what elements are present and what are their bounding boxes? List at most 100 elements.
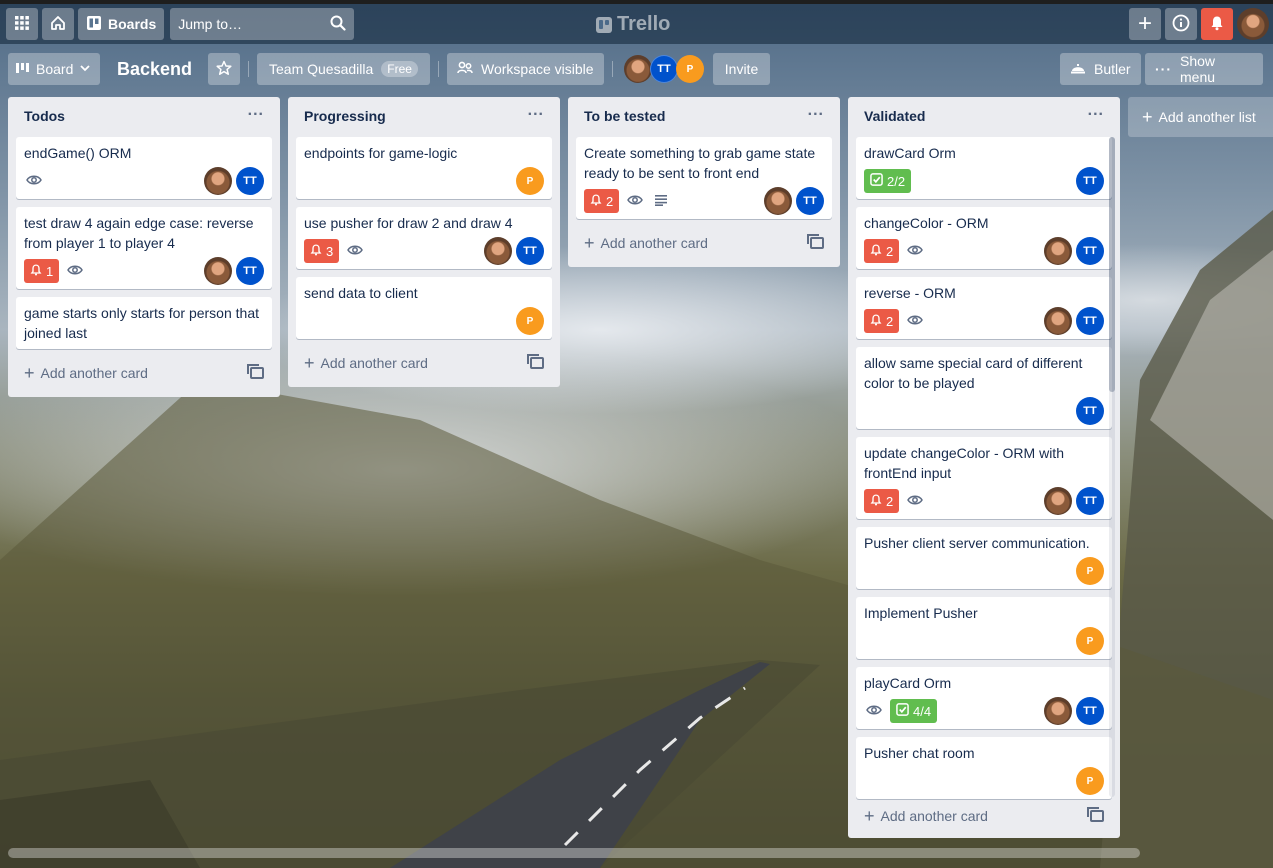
due-badge[interactable]: 2: [864, 239, 900, 263]
member-avatar[interactable]: [204, 257, 232, 285]
due-badge[interactable]: 1: [24, 259, 60, 283]
member-avatar-tt[interactable]: TT: [1076, 307, 1104, 335]
search-input[interactable]: Jump to…: [170, 8, 355, 40]
team-button[interactable]: Team Quesadilla Free: [257, 53, 430, 85]
member-avatar[interactable]: [764, 187, 792, 215]
member-avatar[interactable]: [484, 237, 512, 265]
create-button[interactable]: +: [1129, 8, 1161, 40]
card-title: Pusher client server communication.: [864, 535, 1090, 551]
member-avatar-p[interactable]: P: [1076, 767, 1104, 795]
member-avatar-p[interactable]: P: [1076, 627, 1104, 655]
board-view-switcher[interactable]: Board: [8, 53, 100, 85]
user-avatar[interactable]: [1237, 8, 1269, 40]
due-badge[interactable]: 3: [304, 239, 340, 263]
add-card-button[interactable]: + Add another card: [296, 347, 552, 379]
card[interactable]: allow same special card of different col…: [856, 347, 1112, 429]
member-avatar-tt[interactable]: TT: [1076, 697, 1104, 725]
member-avatar-tt[interactable]: TT: [1076, 397, 1104, 425]
board-horizontal-scrollbar[interactable]: [8, 848, 1140, 858]
list-menu-icon[interactable]: ...: [1088, 103, 1104, 126]
card[interactable]: test draw 4 again edge case: reverse fro…: [16, 207, 272, 289]
member-avatar-tt[interactable]: TT: [1076, 487, 1104, 515]
add-card-button[interactable]: + Add another card: [16, 357, 272, 389]
board-title[interactable]: Backend: [117, 53, 192, 85]
card-badges: 2: [864, 489, 925, 513]
member-avatar-tt[interactable]: TT: [236, 257, 264, 285]
card-title: test draw 4 again edge case: reverse fro…: [24, 215, 254, 251]
card[interactable]: Create something to grab game state read…: [576, 137, 832, 219]
eye-icon: [625, 193, 645, 209]
visibility-button[interactable]: Workspace visible: [447, 53, 604, 85]
template-icon[interactable]: [527, 354, 544, 369]
card[interactable]: drawCard Orm 2/2 TT: [856, 137, 1112, 199]
notifications-button[interactable]: [1201, 8, 1233, 40]
member-avatar-tt[interactable]: TT: [516, 237, 544, 265]
list-scrollbar[interactable]: [1109, 137, 1115, 797]
due-count: 3: [326, 243, 334, 259]
card[interactable]: Pusher chat room P: [856, 737, 1112, 799]
list-menu-icon[interactable]: ...: [248, 103, 264, 126]
apps-button[interactable]: [6, 8, 38, 40]
card-members: P: [1076, 767, 1104, 795]
info-button[interactable]: [1165, 8, 1197, 40]
list-menu-icon[interactable]: ...: [808, 103, 824, 126]
show-menu-button[interactable]: ··· Show menu: [1145, 53, 1263, 85]
add-card-left: + Add another card: [304, 354, 428, 372]
due-badge[interactable]: 2: [864, 489, 900, 513]
member-avatar[interactable]: [204, 167, 232, 195]
due-count: 2: [606, 193, 614, 209]
due-badge[interactable]: 2: [864, 309, 900, 333]
invite-button[interactable]: Invite: [713, 53, 770, 85]
member-avatar-p[interactable]: P: [676, 55, 704, 83]
boards-button[interactable]: Boards: [78, 8, 165, 40]
bell-icon: [30, 263, 42, 279]
home-button[interactable]: [42, 8, 74, 40]
member-avatar-tt[interactable]: TT: [796, 187, 824, 215]
template-icon[interactable]: [807, 234, 824, 249]
list-title[interactable]: To be tested: [584, 108, 665, 126]
add-card-button[interactable]: + Add another card: [856, 800, 1112, 832]
member-avatar-tt[interactable]: TT: [1076, 237, 1104, 265]
card[interactable]: changeColor - ORM 2 TT: [856, 207, 1112, 269]
list-title[interactable]: Progressing: [304, 108, 386, 126]
card-members: P: [1076, 557, 1104, 585]
butler-button[interactable]: Butler: [1060, 53, 1141, 85]
list-title[interactable]: Validated: [864, 108, 925, 126]
member-avatar-p[interactable]: P: [516, 307, 544, 335]
card[interactable]: use pusher for draw 2 and draw 4 3 TT: [296, 207, 552, 269]
star-button[interactable]: [208, 53, 240, 85]
add-list-button[interactable]: + Add another list: [1128, 97, 1273, 137]
trello-logo-icon: [596, 16, 612, 33]
member-avatar[interactable]: [1044, 487, 1072, 515]
trello-logo[interactable]: Trello: [596, 13, 670, 36]
list-title[interactable]: Todos: [24, 108, 65, 126]
card[interactable]: endGame() ORM TT: [16, 137, 272, 199]
card[interactable]: update changeColor - ORM with frontEnd i…: [856, 437, 1112, 519]
member-avatar[interactable]: [1044, 307, 1072, 335]
member-avatar[interactable]: [1044, 697, 1072, 725]
card[interactable]: Implement Pusher P: [856, 597, 1112, 659]
add-card-button[interactable]: + Add another card: [576, 227, 832, 259]
card[interactable]: Pusher client server communication. P: [856, 527, 1112, 589]
member-avatar-p[interactable]: P: [1076, 557, 1104, 585]
due-badge[interactable]: 2: [584, 189, 620, 213]
member-avatar-tt[interactable]: TT: [236, 167, 264, 195]
card[interactable]: playCard Orm 4/4 TT: [856, 667, 1112, 729]
member-avatar-p[interactable]: P: [516, 167, 544, 195]
bell-icon: [870, 313, 882, 329]
template-icon[interactable]: [247, 364, 264, 379]
member-avatar-tt[interactable]: TT: [1076, 167, 1104, 195]
card-title: Pusher chat room: [864, 745, 975, 761]
member-avatar[interactable]: [1044, 237, 1072, 265]
list-menu-icon[interactable]: ...: [528, 103, 544, 126]
card[interactable]: send data to client P: [296, 277, 552, 339]
card[interactable]: reverse - ORM 2 TT: [856, 277, 1112, 339]
template-icon[interactable]: [1087, 807, 1104, 822]
card[interactable]: game starts only starts for person that …: [16, 297, 272, 349]
card-badges: 1: [24, 259, 85, 283]
card[interactable]: endpoints for game-logic P: [296, 137, 552, 199]
member-avatar[interactable]: [624, 55, 652, 83]
member-avatar-tt[interactable]: TT: [650, 55, 678, 83]
eye-icon: [905, 243, 925, 259]
list-scrollbar-thumb[interactable]: [1109, 137, 1115, 392]
